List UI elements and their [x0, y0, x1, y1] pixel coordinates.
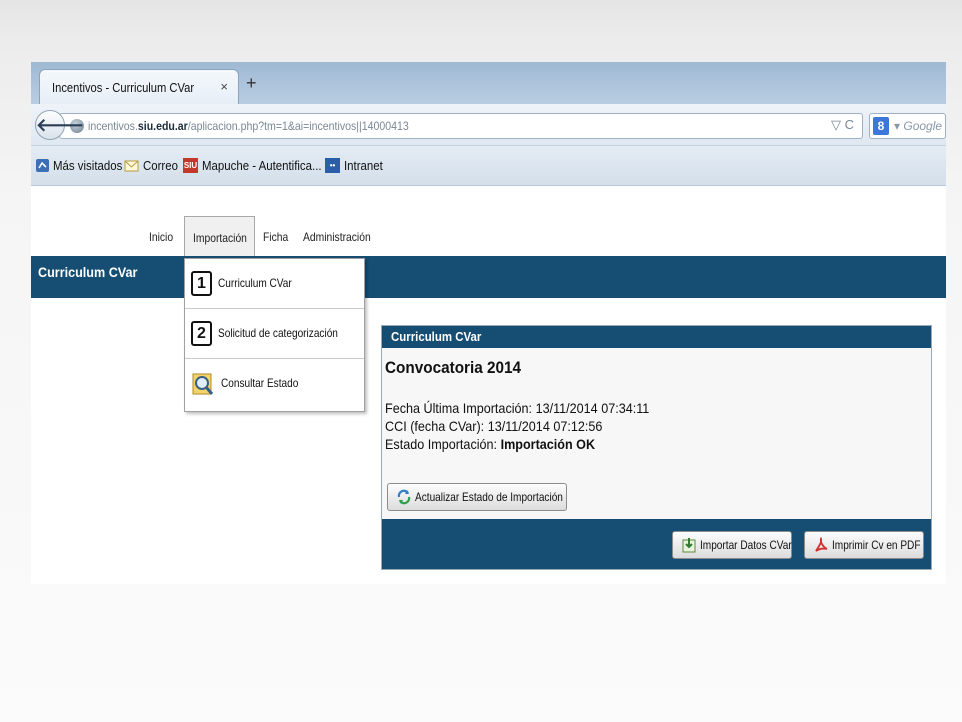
pdf-icon [815, 537, 828, 552]
import-icon [682, 538, 696, 553]
refresh-icon [397, 489, 411, 505]
cci-line: CCI (fecha CVar): 13/11/2014 07:12:56 [385, 418, 603, 434]
dropdown-item-label: Solicitud de categorización [218, 326, 338, 340]
panel-footer: Importar Datos CVar Imprimir Cv en PDF [382, 519, 931, 569]
magnifier-icon [192, 373, 214, 395]
bookmark-icon [36, 159, 49, 172]
print-button-label: Imprimir Cv en PDF [832, 538, 921, 552]
screenshot-frame: Incentivos - Curriculum CVar × + incenti… [31, 62, 946, 584]
siu-icon: SIU [183, 158, 198, 173]
print-pdf-button[interactable]: Imprimir Cv en PDF [804, 531, 924, 559]
dropdown-item-curriculum[interactable]: 1 Curriculum CVar [185, 259, 364, 309]
refresh-status-button[interactable]: Actualizar Estado de Importación [387, 483, 567, 511]
dropdown-item-label: Consultar Estado [221, 376, 299, 390]
dropdown-item-label: Curriculum CVar [218, 276, 292, 290]
back-button[interactable]: 🡐 [35, 110, 84, 140]
dropdown-item-solicitud[interactable]: 2 Solicitud de categorización [185, 309, 364, 359]
search-placeholder: ▾ Google [894, 119, 943, 133]
dropdown-item-consultar[interactable]: Consultar Estado [185, 359, 364, 409]
menu-administracion[interactable]: Administración [303, 230, 371, 244]
estado-line: Estado Importación: Importación OK [385, 436, 596, 452]
browser-tab[interactable]: Incentivos - Curriculum CVar × [39, 69, 239, 105]
url-bar[interactable]: incentivos.siu.edu.ar/aplicacion.php?tm=… [59, 113, 863, 139]
browser-nav-bar: incentivos.siu.edu.ar/aplicacion.php?tm=… [31, 104, 946, 146]
curriculum-panel: Curriculum CVar Convocatoria 2014 Fecha … [381, 325, 932, 570]
bookmark-mas-visitados[interactable]: Más visitados [53, 158, 122, 173]
tab-title: Incentivos - Curriculum CVar [52, 80, 195, 95]
bookmark-correo[interactable]: Correo [143, 158, 178, 173]
menu-ficha[interactable]: Ficha [263, 230, 288, 244]
menu-inicio[interactable]: Inicio [149, 230, 173, 244]
tab-close-icon[interactable]: × [220, 79, 228, 94]
refresh-button-label: Actualizar Estado de Importación [415, 490, 563, 504]
import-cvar-button[interactable]: Importar Datos CVar [672, 531, 792, 559]
back-arrow-icon: 🡐 [36, 115, 85, 135]
bookmarks-toolbar: Más visitados Correo SIU Mapuche - Auten… [31, 146, 946, 186]
number-badge-2: 2 [191, 321, 212, 346]
search-engine-icon[interactable]: 8 [873, 117, 889, 135]
app-menu-bar: Inicio Importación Ficha Administración [31, 186, 946, 258]
fecha-importacion-line: Fecha Última Importación: 13/11/2014 07:… [385, 400, 650, 416]
new-tab-button[interactable]: + [246, 74, 257, 92]
page-title: Curriculum CVar [38, 264, 138, 280]
import-button-label: Importar Datos CVar [700, 538, 792, 552]
number-badge-1: 1 [191, 271, 212, 296]
bookmark-intranet[interactable]: Intranet [344, 158, 383, 173]
search-box[interactable]: 8 ▾ Google [869, 113, 946, 139]
intranet-icon: •• [325, 158, 340, 173]
page-header: Curriculum CVar [31, 256, 946, 298]
convocatoria-title: Convocatoria 2014 [385, 358, 522, 377]
panel-title: Curriculum CVar [391, 329, 482, 344]
status-value: Importación OK [500, 436, 596, 452]
menu-importacion-label: Importación [193, 231, 247, 245]
mail-icon [124, 160, 139, 172]
url-text: incentivos.siu.edu.ar/aplicacion.php?tm=… [88, 119, 409, 133]
bookmark-mapuche[interactable]: Mapuche - Autentifica... [202, 158, 322, 173]
importacion-dropdown: 1 Curriculum CVar 2 Solicitud de categor… [184, 258, 365, 412]
browser-tab-strip: Incentivos - Curriculum CVar × + [31, 62, 946, 105]
menu-importacion[interactable]: Importación [184, 216, 255, 258]
panel-header: Curriculum CVar [382, 326, 931, 348]
reload-icon[interactable]: ▽ C [831, 117, 854, 133]
